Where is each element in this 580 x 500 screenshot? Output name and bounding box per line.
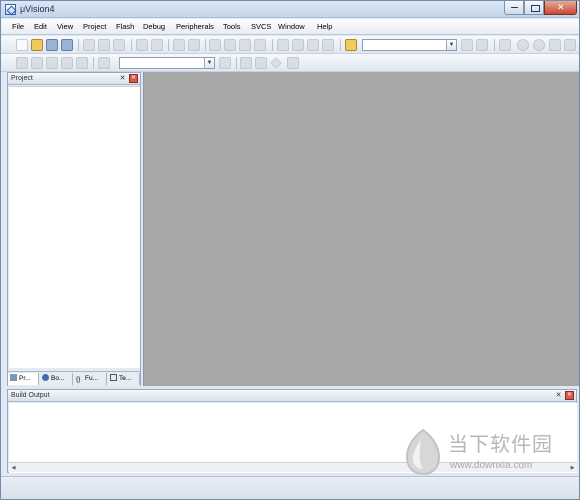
cut-icon[interactable] [83, 39, 95, 51]
toolbar-separator [494, 39, 495, 51]
app-icon [5, 4, 16, 15]
project-tree[interactable] [9, 86, 140, 368]
tab-books[interactable]: Bo... [40, 373, 73, 385]
target-options-icon[interactable] [219, 57, 231, 69]
undo-icon[interactable] [136, 39, 148, 51]
file-extensions-icon[interactable] [240, 57, 252, 69]
incremental-find-icon[interactable] [476, 39, 488, 51]
project-panel: Project ✕ ✕ Pr... Bo... {} Fu... Te... [7, 72, 141, 386]
menu-debug[interactable]: Debug [143, 22, 165, 32]
menu-peripherals[interactable]: Peripherals [176, 22, 214, 32]
tab-templates[interactable]: Te... [108, 373, 140, 385]
window-config-icon[interactable] [564, 39, 576, 51]
main-toolbar: ▼ [1, 36, 579, 54]
rebuild-icon[interactable] [46, 57, 58, 69]
toolbar-separator [236, 57, 237, 69]
toolbar-separator [205, 39, 206, 51]
template-tab-icon [110, 374, 117, 381]
manage-components-icon[interactable] [255, 57, 267, 69]
redo-icon[interactable] [151, 39, 163, 51]
menu-svcs[interactable]: SVCS [251, 22, 271, 32]
menu-bar: File Edit View Project Flash Debug Perip… [1, 19, 579, 35]
editor-workspace[interactable] [143, 72, 579, 386]
bookmark-icon[interactable] [209, 39, 221, 51]
menu-project[interactable]: Project [83, 22, 106, 32]
navigate-forward-icon[interactable] [188, 39, 200, 51]
open-folder-icon[interactable] [31, 39, 43, 51]
save-icon[interactable] [46, 39, 58, 51]
menu-edit[interactable]: Edit [34, 22, 47, 32]
pin-icon[interactable]: ✕ [555, 392, 562, 399]
close-button[interactable] [544, 1, 577, 15]
close-icon[interactable]: ✕ [565, 391, 574, 400]
build-icon[interactable] [31, 57, 43, 69]
menu-window[interactable]: Window [278, 22, 305, 32]
title-bar: μVision4 [1, 1, 579, 18]
breakpoint-kill-icon[interactable] [549, 39, 561, 51]
project-panel-title: Project [11, 75, 33, 82]
next-bookmark-icon[interactable] [239, 39, 251, 51]
paste-icon[interactable] [113, 39, 125, 51]
comment-icon[interactable] [307, 39, 319, 51]
pack-installer-icon[interactable] [287, 57, 299, 69]
tab-functions[interactable]: {} Fu... [74, 373, 107, 385]
menu-view[interactable]: View [57, 22, 73, 32]
navigate-back-icon[interactable] [173, 39, 185, 51]
chevron-down-icon[interactable]: ▼ [446, 40, 456, 50]
download-icon[interactable] [98, 57, 110, 69]
minimize-button[interactable] [504, 1, 524, 15]
close-icon[interactable]: ✕ [129, 74, 138, 83]
watermark-brand: 当下软件园 [448, 432, 553, 456]
books-tab-icon [42, 374, 49, 381]
debug-session-icon[interactable] [499, 39, 511, 51]
clear-bookmarks-icon[interactable] [254, 39, 266, 51]
pin-icon[interactable]: ✕ [119, 75, 126, 82]
save-all-icon[interactable] [61, 39, 73, 51]
toolbar-separator [78, 39, 79, 51]
find-in-files-icon[interactable] [345, 39, 357, 51]
new-file-icon[interactable] [16, 39, 28, 51]
maximize-button[interactable] [524, 1, 544, 15]
menu-file[interactable]: File [12, 22, 24, 32]
build-output-header: Build Output ✕ ✕ [8, 390, 576, 402]
menu-help[interactable]: Help [317, 22, 332, 32]
watermark-url: www.downxia.com [450, 460, 533, 471]
toolbar-separator [131, 39, 132, 51]
watermark: 当下软件园 www.downxia.com [400, 424, 570, 484]
project-tab-icon [10, 374, 17, 381]
project-tabs: Pr... Bo... {} Fu... Te... [8, 371, 140, 386]
indent-icon[interactable] [277, 39, 289, 51]
window-title: μVision4 [20, 4, 55, 14]
watermark-logo [405, 428, 441, 476]
build-toolbar: ▼ [1, 54, 579, 72]
scroll-left-icon[interactable]: ◀ [9, 464, 18, 472]
batch-build-icon[interactable] [61, 57, 73, 69]
find-combobox[interactable]: ▼ [362, 39, 457, 51]
tab-project[interactable]: Pr... [8, 373, 39, 385]
stop-build-icon[interactable] [76, 57, 88, 69]
target-combobox[interactable]: ▼ [119, 57, 215, 69]
toolbar-separator [93, 57, 94, 69]
breakpoint-icon[interactable] [517, 39, 529, 51]
unindent-icon[interactable] [292, 39, 304, 51]
prev-bookmark-icon[interactable] [224, 39, 236, 51]
uncomment-icon[interactable] [322, 39, 334, 51]
build-output-title: Build Output [11, 392, 50, 399]
menu-tools[interactable]: Tools [223, 22, 241, 32]
project-panel-header: Project ✕ ✕ [8, 73, 140, 85]
find-icon[interactable] [461, 39, 473, 51]
toolbar-separator [340, 39, 341, 51]
toolbar-separator [168, 39, 169, 51]
chevron-down-icon[interactable]: ▼ [204, 58, 214, 68]
diamond-icon[interactable] [270, 57, 282, 69]
uvision-window: μVision4 File Edit View Project Flash De… [0, 0, 580, 500]
braces-icon: {} [76, 376, 81, 383]
menu-flash[interactable]: Flash [116, 22, 134, 32]
translate-icon[interactable] [16, 57, 28, 69]
toolbar-separator [272, 39, 273, 51]
copy-icon[interactable] [98, 39, 110, 51]
breakpoint-disable-icon[interactable] [533, 39, 545, 51]
